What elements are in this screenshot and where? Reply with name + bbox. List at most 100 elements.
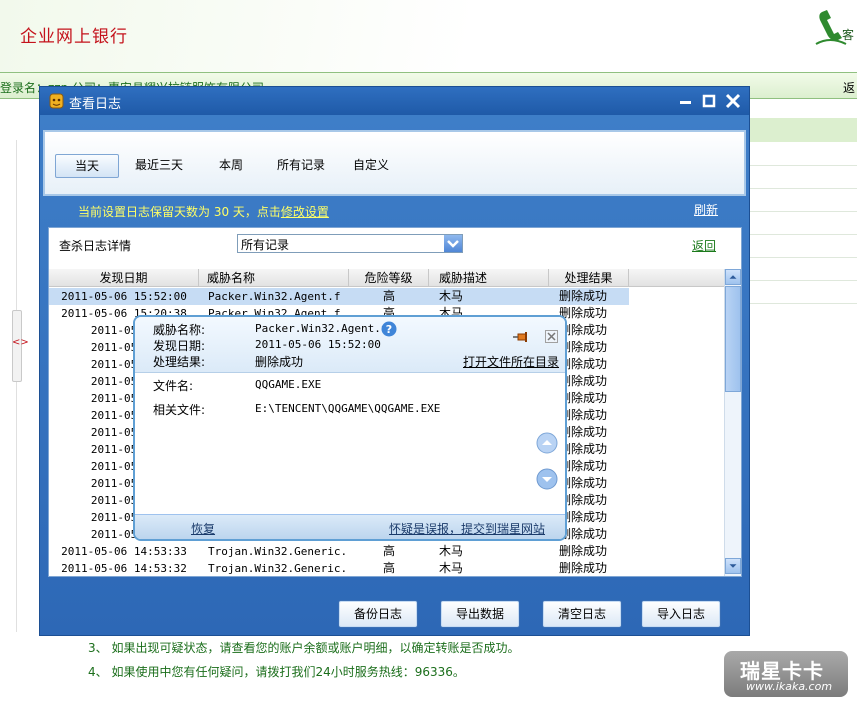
help-icon[interactable]: ? bbox=[381, 321, 397, 337]
threat-detail-popup: 威胁名称: Packer.Win32.Agent.f ? 发现日期: 2011-… bbox=[133, 315, 567, 541]
cell-result: 删除成功 bbox=[559, 425, 608, 439]
backup-log-button[interactable]: 备份日志 bbox=[338, 600, 418, 628]
close-icon[interactable] bbox=[545, 330, 558, 343]
minimize-icon[interactable] bbox=[676, 91, 696, 111]
scroll-down-icon[interactable] bbox=[536, 468, 558, 490]
import-log-button[interactable]: 导入日志 bbox=[641, 600, 721, 628]
cell-result: 删除成功 bbox=[559, 544, 608, 558]
filter-value: 所有记录 bbox=[241, 238, 290, 252]
detail-label: 查杀日志详情 bbox=[59, 239, 132, 253]
divider bbox=[750, 211, 857, 212]
report-false-positive-link[interactable]: 怀疑是误报，提交到瑞星网站 bbox=[389, 520, 545, 537]
found-date-value: 2011-05-06 15:52:00 bbox=[255, 338, 381, 351]
column-header-desc[interactable]: 威胁描述 bbox=[429, 269, 549, 287]
tab-all-records[interactable]: 所有记录 bbox=[267, 154, 335, 178]
svg-text:?: ? bbox=[386, 323, 392, 336]
cell-result: 删除成功 bbox=[559, 442, 608, 456]
table-row[interactable]: 2011-05-06 15:52:00 Packer.Win32.Agent.f 高… bbox=[49, 288, 629, 305]
service-label: 客 bbox=[842, 28, 855, 42]
table-header: 发现日期 威胁名称 危险等级 威胁描述 处理结果 bbox=[49, 269, 724, 287]
rising-lion-icon bbox=[49, 93, 64, 109]
cell-date: 2011-05-06 14:53:32 bbox=[61, 562, 187, 575]
column-header-date[interactable]: 发现日期 bbox=[49, 269, 199, 287]
result-value: 删除成功 bbox=[255, 355, 304, 369]
cell-desc: 木马 bbox=[439, 289, 464, 303]
cell-result: 删除成功 bbox=[559, 493, 608, 507]
back-link[interactable]: 返 bbox=[843, 79, 855, 96]
watermark-url: www.ikaka.com bbox=[746, 680, 833, 693]
tab-custom[interactable]: 自定义 bbox=[343, 154, 399, 178]
popup-header: 威胁名称: Packer.Win32.Agent.f ? 发现日期: 2011-… bbox=[135, 317, 565, 373]
cell-threat-name: Trojan.Win32.Generic... bbox=[208, 562, 348, 575]
cell-desc: 木马 bbox=[439, 561, 464, 575]
cell-result: 删除成功 bbox=[559, 391, 608, 405]
close-icon[interactable] bbox=[723, 91, 743, 111]
open-folder-link[interactable]: 打开文件所在目录 bbox=[463, 353, 559, 370]
filter-select[interactable]: 所有记录 bbox=[237, 234, 463, 253]
pin-icon[interactable] bbox=[512, 330, 530, 344]
related-file-value: E:\TENCENT\QQGAME\QQGAME.EXE bbox=[255, 402, 441, 415]
tab-this-week[interactable]: 本周 bbox=[205, 154, 257, 178]
cell-result: 删除成功 bbox=[559, 408, 608, 422]
notice-3: 3、 如果出现可疑状态，请查看您的账户余额或账户明细，以确定转账是否成功。 bbox=[88, 641, 520, 655]
cell-result: 删除成功 bbox=[559, 340, 608, 354]
column-header-name[interactable]: 威胁名称 bbox=[199, 269, 349, 287]
export-data-button[interactable]: 导出数据 bbox=[440, 600, 520, 628]
sidebar-toggle[interactable]: <> bbox=[12, 310, 29, 382]
cell-result: 删除成功 bbox=[559, 374, 608, 388]
maximize-icon[interactable] bbox=[699, 91, 719, 111]
cell-result: 删除成功 bbox=[559, 357, 608, 371]
retention-notice: 当前设置日志保留天数为 30 天，点击修改设置 bbox=[78, 203, 329, 220]
cell-date: 2011-05-06 15:52:00 bbox=[61, 290, 187, 303]
title-bar[interactable]: 查看日志 bbox=[40, 87, 749, 115]
divider bbox=[16, 140, 17, 310]
scrollbar-thumb[interactable] bbox=[725, 286, 741, 392]
divider bbox=[750, 234, 857, 235]
scroll-up-icon[interactable] bbox=[536, 432, 558, 454]
related-file-label: 相关文件: bbox=[153, 403, 206, 417]
file-name-value: QQGAME.EXE bbox=[255, 378, 322, 391]
retention-prefix: 当前设置日志保留天数为 30 天，点击 bbox=[78, 205, 281, 219]
divider bbox=[750, 303, 857, 304]
refresh-link[interactable]: 刷新 bbox=[694, 201, 718, 218]
divider bbox=[750, 165, 857, 166]
popup-footer: 恢复 怀疑是误报，提交到瑞星网站 bbox=[135, 514, 565, 539]
cell-threat-name: Trojan.Win32.Generic... bbox=[208, 545, 348, 558]
cell-result: 删除成功 bbox=[559, 476, 608, 490]
watermark: 瑞星卡卡 www.ikaka.com bbox=[724, 651, 848, 697]
cell-result: 删除成功 bbox=[559, 527, 608, 541]
cell-desc: 木马 bbox=[439, 544, 464, 558]
divider bbox=[750, 188, 857, 189]
threat-name-label: 威胁名称: bbox=[153, 323, 206, 337]
cell-level: 高 bbox=[382, 544, 395, 558]
cell-level: 高 bbox=[382, 289, 395, 303]
chevron-down-icon[interactable] bbox=[444, 235, 462, 252]
tab-today[interactable]: 当天 bbox=[55, 154, 119, 178]
scroll-down-icon[interactable] bbox=[725, 558, 741, 574]
cell-result: 删除成功 bbox=[559, 323, 608, 337]
column-header-result[interactable]: 处理结果 bbox=[549, 269, 629, 287]
column-header-level[interactable]: 危险等级 bbox=[349, 269, 429, 287]
result-label: 处理结果: bbox=[153, 355, 206, 369]
vertical-scrollbar[interactable] bbox=[724, 269, 741, 576]
table-row[interactable]: 2011-05-06 14:53:33 Trojan.Win32.Generic.… bbox=[49, 543, 724, 560]
right-strip bbox=[750, 118, 857, 142]
table-row[interactable]: 2011-05-06 14:53:32 Trojan.Win32.Generic.… bbox=[49, 560, 724, 576]
cell-result: 删除成功 bbox=[559, 561, 608, 575]
cell-result: 删除成功 bbox=[559, 459, 608, 473]
clear-log-button[interactable]: 清空日志 bbox=[542, 600, 622, 628]
cell-result: 删除成功 bbox=[559, 306, 608, 320]
modify-settings-link[interactable]: 修改设置 bbox=[281, 205, 329, 219]
notice-4: 4、 如果使用中您有任何疑问，请拨打我们24小时服务热线：96336。 bbox=[88, 665, 465, 679]
sidebar-toggle-icon: <> bbox=[12, 337, 29, 348]
tab-last-three-days[interactable]: 最近三天 bbox=[125, 154, 193, 178]
restore-link[interactable]: 恢复 bbox=[191, 520, 215, 537]
dialog-title: 查看日志 bbox=[69, 97, 122, 112]
threat-name-value: Packer.Win32.Agent.f bbox=[255, 322, 388, 335]
divider bbox=[750, 257, 857, 258]
return-link[interactable]: 返回 bbox=[692, 237, 716, 254]
cell-threat-name: Packer.Win32.Agent.f bbox=[208, 290, 341, 303]
bank-header: 企业网上银行 客 bbox=[0, 0, 857, 72]
bank-title: 企业网上银行 bbox=[20, 27, 128, 47]
scroll-up-icon[interactable] bbox=[725, 269, 741, 285]
